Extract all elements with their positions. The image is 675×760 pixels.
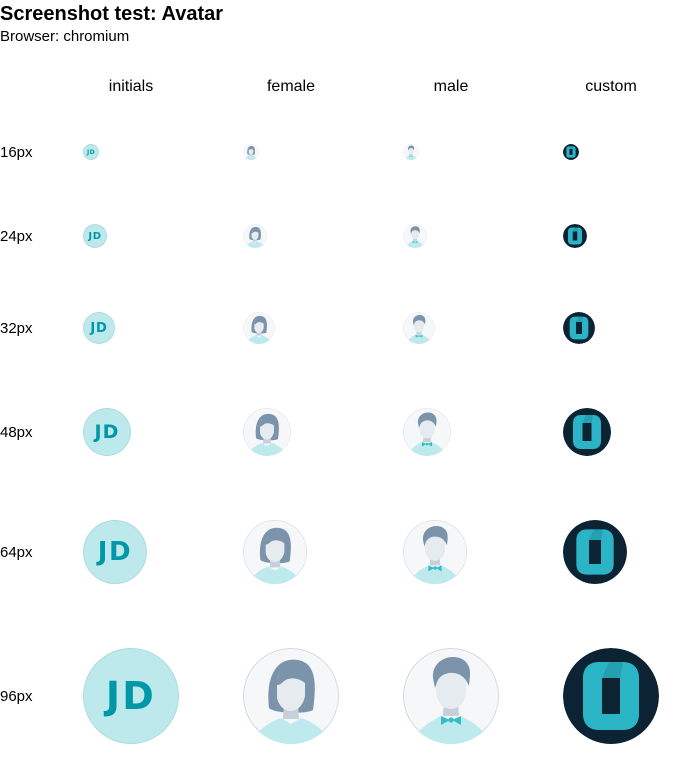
o-logo-icon [563,144,579,160]
avatar-custom-64px [563,520,627,584]
avatar-initials-text: JD [105,674,157,718]
avatar-initials-32px: JD [83,312,115,344]
column-header-custom: custom [585,78,637,95]
male-person-icon [403,312,435,344]
row-label-96px: 96px [0,688,33,705]
avatar-male-16px [403,144,419,160]
avatar-initials-text: JD [90,320,108,336]
column-header-female: female [266,78,316,95]
row-label-24px: 24px [0,228,33,245]
avatar-initials-text: JD [88,230,102,242]
avatar-female-16px [243,144,259,160]
avatar-initials-text: JD [94,421,120,443]
avatar-initials-text: JD [97,537,133,567]
avatar-initials-24px: JD [83,224,107,248]
o-logo-icon [563,648,659,744]
male-person-icon [403,144,419,160]
o-logo-icon [563,224,587,248]
avatar-initials-16px: JD [83,144,99,160]
avatar-female-64px [243,520,307,584]
female-person-icon [243,520,307,584]
avatar-female-24px [243,224,267,248]
male-person-icon [403,224,427,248]
female-person-icon [243,312,275,344]
avatar-female-96px [243,648,339,744]
row-label-16px: 16px [0,144,33,161]
female-person-icon [243,408,291,456]
avatar-female-48px [243,408,291,456]
column-header-initials: initials [108,78,154,95]
female-person-icon [243,648,339,744]
avatar-male-64px [403,520,467,584]
female-person-icon [243,144,259,160]
male-person-icon [403,408,451,456]
avatar-male-48px [403,408,451,456]
row-label-48px: 48px [0,424,33,441]
male-person-icon [403,648,499,744]
page-title: Screenshot test: Avatar [0,3,224,25]
male-person-icon [403,520,467,584]
avatar-male-24px [403,224,427,248]
avatar-initials-text: JD [87,148,95,156]
avatar-initials-64px: JD [83,520,147,584]
avatar-female-32px [243,312,275,344]
row-label-64px: 64px [0,544,33,561]
female-person-icon [243,224,267,248]
row-label-32px: 32px [0,320,33,337]
avatar-custom-96px [563,648,659,744]
avatar-male-32px [403,312,435,344]
avatar-male-96px [403,648,499,744]
browser-info: Browser: chromium [0,28,130,45]
avatar-initials-96px: JD [83,648,179,744]
avatar-custom-16px [563,144,579,160]
o-logo-icon [563,408,611,456]
o-logo-icon [563,312,595,344]
avatar-custom-24px [563,224,587,248]
o-logo-icon [563,520,627,584]
avatar-custom-32px [563,312,595,344]
avatar-initials-48px: JD [83,408,131,456]
column-header-male: male [433,78,469,95]
avatar-custom-48px [563,408,611,456]
